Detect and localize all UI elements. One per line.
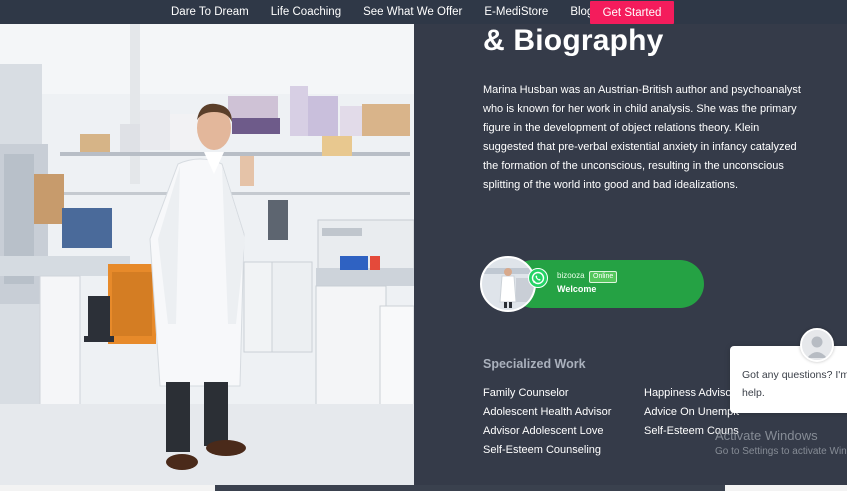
whatsapp-avatar[interactable]: [480, 256, 536, 312]
nav-links: Dare To Dream Life Coaching See What We …: [160, 0, 604, 24]
whatsapp-icon: [528, 268, 548, 288]
list-item: Adolescent Health Advisor: [483, 406, 612, 418]
list-item: Family Counselor: [483, 387, 569, 399]
list-item: Self-Esteem Counseling: [483, 444, 602, 456]
nav-link-e-medistore[interactable]: E-MediStore: [473, 6, 559, 18]
online-status-badge: Online: [589, 271, 618, 283]
list-item: Happiness Advisor: [644, 387, 736, 399]
chat-message-line-2: help.: [742, 387, 765, 399]
nav-link-life-coaching[interactable]: Life Coaching: [260, 6, 352, 18]
specialized-work-list-left: Family Counselor Adolescent Health Advis…: [483, 384, 611, 460]
chat-message-line-1: Got any questions? I'm: [742, 369, 847, 381]
nav-link-dare-to-dream[interactable]: Dare To Dream: [160, 6, 260, 18]
activate-windows-subtext: Go to Settings to activate Windows.: [715, 446, 847, 457]
whatsapp-agent-name: bizooza: [557, 271, 585, 280]
list-item: Advice On Unemployment: [644, 406, 739, 418]
nav-link-see-what-we-offer[interactable]: See What We Offer: [352, 6, 473, 18]
biography-heading: & Biography: [483, 24, 664, 57]
specialized-work-heading: Specialized Work: [483, 357, 586, 371]
get-started-button[interactable]: Get Started: [590, 1, 674, 24]
biography-text: Marina Husban was an Austrian-British au…: [483, 84, 801, 191]
list-item: Advisor Adolescent Love: [483, 425, 604, 437]
top-navigation: Dare To Dream Life Coaching See What We …: [0, 0, 847, 24]
whatsapp-welcome-text: Welcome: [557, 284, 597, 294]
biography-panel: & Biography Marina Husban was an Austria…: [414, 24, 847, 485]
activate-windows-watermark: Activate Windows: [715, 428, 818, 443]
chat-agent-avatar-icon[interactable]: [800, 328, 834, 362]
next-section-edge: [215, 485, 725, 491]
lab-doctor-photo: [0, 24, 414, 485]
